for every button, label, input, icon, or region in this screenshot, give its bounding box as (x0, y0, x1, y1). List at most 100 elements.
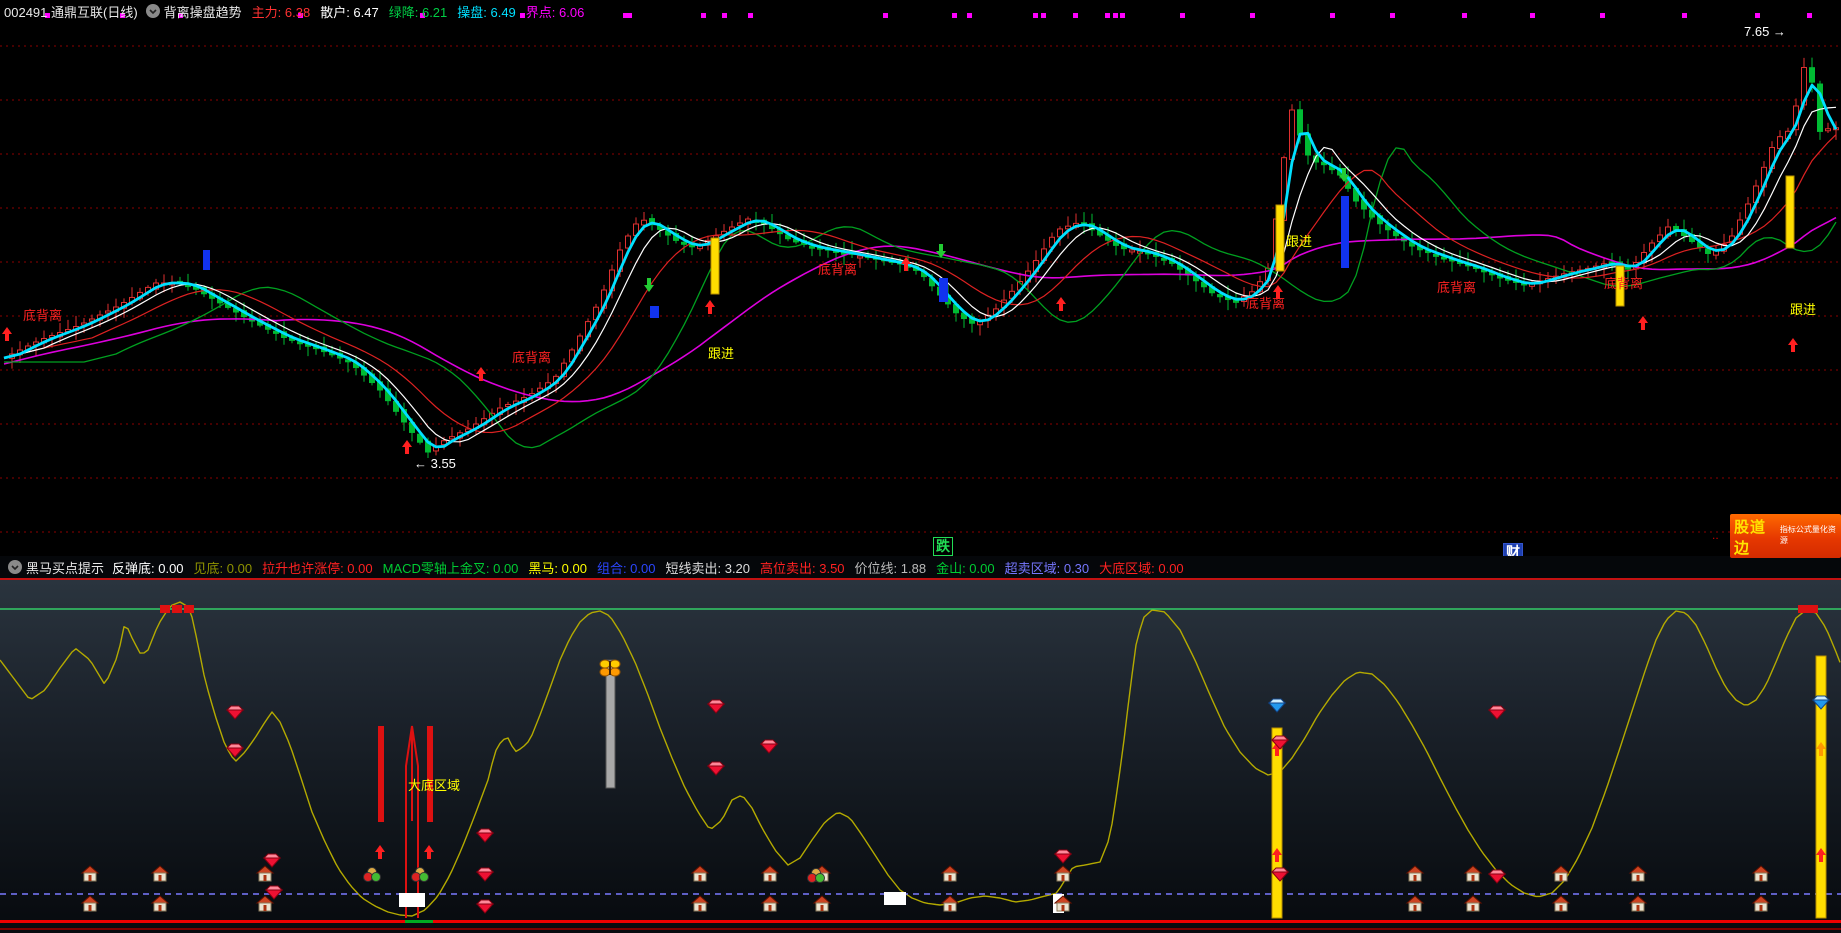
sub-value-6: 短线卖出: 3.20 (665, 561, 750, 576)
house-icon (1753, 866, 1769, 881)
sub-value-1: 见底: 0.00 (194, 561, 253, 576)
house-icon (814, 896, 830, 911)
sub-value-9: 金山: 0.00 (936, 561, 995, 576)
main-chart-canvas[interactable]: 底背离底背离底背离底背离底背离底背离跟进跟进跟进7.65 →← 3.55 (0, 0, 1841, 556)
house-icon (1630, 896, 1646, 911)
top-line-marker (1798, 605, 1808, 613)
house-icon (692, 896, 708, 911)
buy-arrow (705, 300, 715, 314)
house-icon (1465, 896, 1481, 911)
watermark-ad: 股道边 指标公式量化资源 www.de6688.com (1730, 514, 1841, 558)
gem-icon (1489, 870, 1505, 883)
red-signal-bar (378, 726, 384, 822)
house-icon (152, 866, 168, 881)
house-icon (257, 866, 273, 881)
chart-annotation: 底背离 (818, 262, 857, 277)
sub-indicator-header: 黑马买点提示 反弹底: 0.00 见底: 0.00 拉升也许涨停: 0.00 MACD… (0, 556, 1841, 580)
candle-body (810, 246, 815, 248)
gem-icon (708, 762, 724, 775)
bottom-line-green-segment (405, 920, 433, 923)
gem-icon (264, 854, 280, 867)
candle-body (1130, 250, 1135, 252)
house-icon (942, 896, 958, 911)
collapse-chevron-icon[interactable] (146, 4, 160, 18)
price-label: ← 3.55 (414, 456, 456, 471)
signal-bar-blue (1341, 196, 1349, 268)
house-icon (1553, 896, 1569, 911)
buy-arrow (402, 440, 412, 454)
gem-icon (477, 829, 493, 842)
house-icon (257, 896, 273, 911)
house-icon (1553, 866, 1569, 881)
chart-annotation: 底背离 (1246, 296, 1285, 311)
main-chart-pane[interactable]: 底背离底背离底背离底背离底背离底背离跟进跟进跟进7.65 →← 3.55 (0, 0, 1841, 556)
ma-green (4, 148, 1836, 448)
candle-body (1826, 129, 1831, 131)
sub-value-5: 组合: 0.00 (597, 561, 656, 576)
candle-body (1234, 300, 1239, 302)
gem-icon (227, 744, 243, 757)
house-icon (942, 866, 958, 881)
house-icon (1753, 896, 1769, 911)
sub-buy-arrow (375, 845, 385, 859)
gem-icon (227, 706, 243, 719)
sub-collapse-chevron-icon[interactable] (8, 560, 22, 574)
candle-body (1810, 68, 1815, 82)
gem-icon (1269, 699, 1285, 712)
house-icon (1465, 866, 1481, 881)
sub-chart-pane[interactable]: 大底区域 (0, 580, 1841, 933)
cherry-icon (364, 868, 381, 882)
bottom-line (0, 920, 1841, 923)
sub-indicator-values: 反弹底: 0.00 见底: 0.00 拉升也许涨停: 0.00 MACD零轴上金叉: … (112, 558, 1194, 577)
main-indicator-name[interactable]: 背离操盘趋势 (164, 2, 242, 21)
candle-body (1674, 226, 1679, 229)
sub-chart-canvas[interactable]: 大底区域 (0, 580, 1841, 933)
title-value-1: 散户: 6.47 (320, 5, 379, 20)
signal-bar-blue (650, 306, 659, 318)
sub-value-0: 反弹底: 0.00 (112, 561, 184, 576)
trading-app-window: 底背离底背离底背离底背离底背离底背离跟进跟进跟进7.65 →← 3.55 大底区… (0, 0, 1841, 933)
sub-value-11: 大底区域: 0.00 (1099, 561, 1184, 576)
chart-annotation: 跟进 (708, 346, 734, 361)
yellow-signal-bar (1816, 656, 1826, 918)
buy-arrow (1638, 316, 1648, 330)
title-value-2: 绿降: 6.21 (389, 5, 448, 20)
candle-body (858, 256, 863, 258)
sub-value-2: 拉升也许涨停: 0.00 (262, 561, 373, 576)
buy-arrow (1788, 338, 1798, 352)
top-line-marker (1808, 605, 1818, 613)
bottom-line-2 (0, 928, 1841, 930)
gem-icon (1489, 706, 1505, 719)
house-icon (1055, 866, 1071, 881)
signal-bar-blue (939, 278, 948, 302)
title-value-3: 操盘: 6.49 (457, 5, 516, 20)
candle-body (642, 220, 647, 225)
chart-annotation: 底背离 (23, 308, 62, 323)
title-bar: 002491 通鼎互联(日线) 背离操盘趋势 主力: 6.38散户: 6.47绿… (0, 0, 1841, 22)
house-icon (1630, 866, 1646, 881)
title-value-4: 界点: 6.06 (526, 5, 585, 20)
candle-body (682, 242, 687, 244)
cherry-icon (412, 868, 429, 882)
house-icon (1407, 896, 1423, 911)
house-icon (82, 866, 98, 881)
white-block (884, 892, 906, 905)
buy-arrow (2, 327, 12, 341)
watermark-dots: .. (1712, 528, 1719, 542)
gem-icon (1055, 850, 1071, 863)
buy-arrow (476, 367, 486, 381)
house-icon (152, 896, 168, 911)
sub-annotation: 大底区域 (408, 778, 460, 793)
buy-arrow (901, 257, 911, 271)
red-signal-bar (427, 726, 433, 822)
sub-value-3: MACD零轴上金叉: 0.00 (383, 561, 519, 576)
sub-buy-arrow (424, 845, 434, 859)
die-badge: 跌 (933, 537, 953, 556)
butterfly-icon (600, 660, 620, 676)
stock-title: 002491 通鼎互联(日线) (4, 2, 138, 21)
sub-indicator-name[interactable]: 黑马买点提示 (26, 558, 104, 577)
signal-bar-yellow (1276, 205, 1284, 271)
sub-value-8: 价位线: 1.88 (855, 561, 927, 576)
sub-value-10: 超卖区域: 0.30 (1005, 561, 1090, 576)
top-line-marker (160, 605, 170, 613)
